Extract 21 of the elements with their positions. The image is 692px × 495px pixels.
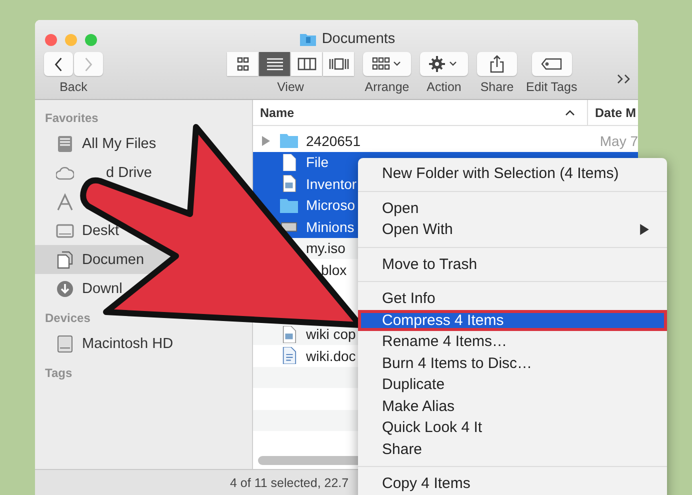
sidebar-heading: Tags <box>44 366 74 380</box>
file-name: blox <box>321 262 347 278</box>
file-name: Microso <box>306 197 356 214</box>
action-label: Action <box>426 80 462 94</box>
file-name: my.iso <box>306 240 346 256</box>
file-name: 2420651 <box>306 132 361 149</box>
arrange-label: Arrange <box>364 80 410 94</box>
sidebar-heading: Favorites <box>44 111 100 125</box>
status-text: 4 of 11 selected, 22.7 <box>230 476 349 490</box>
file-name: File <box>306 154 329 170</box>
file-name: Inventor <box>306 176 357 192</box>
edit-tags-label: Edit Tags <box>526 80 578 94</box>
share-label: Share <box>480 80 514 94</box>
view-label: View <box>277 80 304 94</box>
date-cell-text: May 7 <box>598 132 638 149</box>
sidebar-heading: Devices <box>44 311 92 325</box>
back-label: Back <box>60 80 88 94</box>
file-name: wiki.doc <box>306 348 356 364</box>
file-name: Minions <box>306 218 354 235</box>
window-title: Documents <box>322 31 396 47</box>
file-name: wiki cop <box>306 326 356 342</box>
